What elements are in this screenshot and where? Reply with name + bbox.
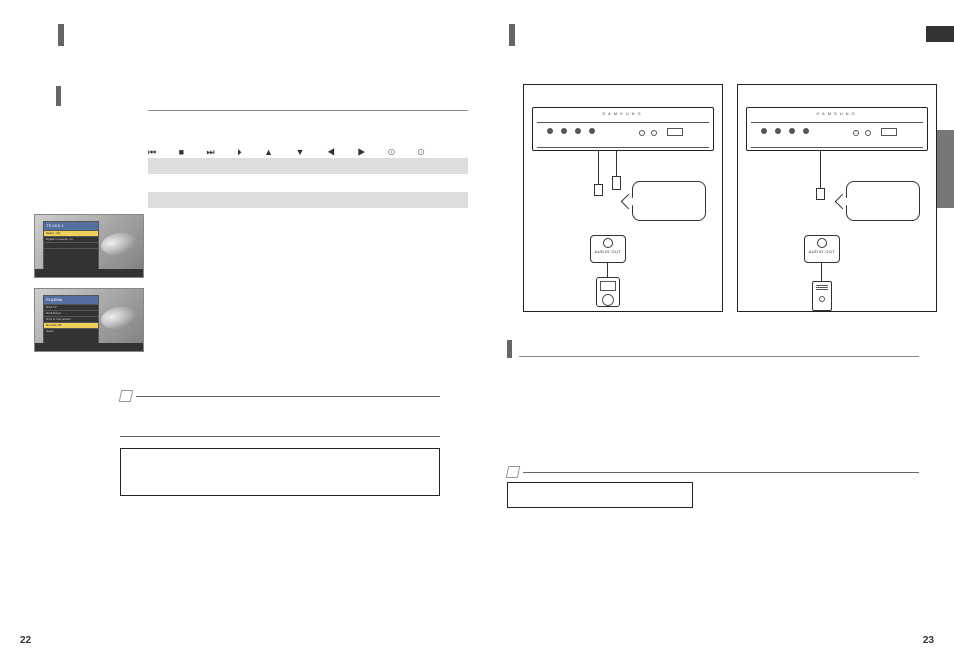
player-front-panel: SAMSUNG (532, 107, 714, 151)
note-rule (523, 472, 919, 473)
page-number: 22 (20, 635, 31, 646)
panel-outline (537, 122, 709, 148)
osd-menu: PLASMA iPod TV DivX/Active iPod & Connec… (43, 295, 99, 345)
note-rule (136, 396, 440, 397)
page-right: SAMSUNG AUDIO OUT (477, 0, 954, 666)
cable-icon (598, 151, 599, 185)
heading-bar-icon (56, 86, 61, 106)
ipod-icon (596, 277, 620, 307)
remote-control-glyphs: ⏮ ■ ⏭ ⏵ ▲ ▼ ◀ ▶ ⊙ ⊙ (148, 147, 449, 158)
corner-mark-left (58, 24, 64, 46)
screenshot-thumb-1: TS 24 K 1 Setup : On Digital in receive … (34, 214, 144, 278)
corner-mark-left (509, 24, 515, 46)
recorder-button-icon (819, 296, 825, 302)
osd-header: TS 24 K 1 (44, 222, 98, 230)
audio-jack-icon (639, 130, 645, 136)
callout-bubble (846, 181, 920, 221)
plug-icon (612, 176, 621, 190)
ipod-clickwheel-icon (602, 294, 614, 306)
usb-port-icon (881, 128, 897, 136)
audio-jack-icon (853, 130, 859, 136)
highlight-stripe (148, 158, 468, 174)
section-rule (148, 110, 468, 111)
brand-label: SAMSUNG (602, 111, 643, 116)
page-spread: TS 24 K 1 Setup : On Digital in receive … (0, 0, 954, 666)
ipod-screen-icon (600, 281, 616, 291)
audio-jack-icon (865, 130, 871, 136)
section-heading (507, 340, 518, 358)
device-label: AUDIO OUT (805, 249, 839, 254)
voice-recorder-icon (812, 281, 832, 311)
osd-row (44, 248, 98, 254)
edge-tab-icon (926, 26, 954, 42)
page-number: 23 (923, 635, 934, 646)
connection-diagrams: SAMSUNG AUDIO OUT (523, 84, 937, 312)
diagram-recorder-connection: SAMSUNG AUDIO OUT (737, 84, 937, 312)
cable-icon (820, 151, 821, 189)
osd-header: PLASMA (44, 296, 98, 304)
panel-buttons (547, 128, 595, 134)
device-label: AUDIO OUT (591, 249, 625, 254)
section-heading (28, 86, 449, 106)
heading-bar-icon (507, 340, 512, 358)
cable-icon (607, 263, 608, 277)
cable-icon (821, 263, 822, 281)
thumbnail-column: TS 24 K 1 Setup : On Digital in receive … (34, 214, 144, 362)
speaker-ring-icon (817, 238, 827, 248)
diagram-ipod-connection: SAMSUNG AUDIO OUT (523, 84, 723, 312)
audio-out-device: AUDIO OUT (590, 235, 626, 263)
note-icon (120, 390, 132, 402)
usb-port-icon (667, 128, 683, 136)
osd-row: Setup (44, 328, 98, 334)
audio-out-device: AUDIO OUT (804, 235, 840, 263)
page-left: TS 24 K 1 Setup : On Digital in receive … (0, 0, 477, 666)
panel-buttons (761, 128, 809, 134)
note-rule (120, 436, 440, 437)
note-box (507, 482, 693, 508)
glyph-row: ⏮ ■ ⏭ ⏵ ▲ ▼ ◀ ▶ ⊙ ⊙ (148, 147, 435, 158)
highlight-stripe (148, 192, 468, 208)
background-image-icon (99, 230, 138, 258)
background-image-icon (99, 304, 138, 332)
osd-menu: TS 24 K 1 Setup : On Digital in receive … (43, 221, 99, 271)
plug-icon (816, 188, 825, 200)
player-front-panel: SAMSUNG (746, 107, 928, 151)
note-box (120, 448, 440, 496)
speaker-ring-icon (603, 238, 613, 248)
cable-icon (616, 151, 617, 177)
brand-label: SAMSUNG (816, 111, 857, 116)
plug-icon (594, 184, 603, 196)
section-rule (519, 356, 919, 357)
speaker-grill-icon (816, 285, 828, 291)
osd-footer (35, 343, 143, 351)
panel-outline (751, 122, 923, 148)
osd-footer (35, 269, 143, 277)
screenshot-thumb-2: PLASMA iPod TV DivX/Active iPod & Connec… (34, 288, 144, 352)
callout-bubble (632, 181, 706, 221)
audio-jack-icon (651, 130, 657, 136)
note-icon (507, 466, 519, 478)
